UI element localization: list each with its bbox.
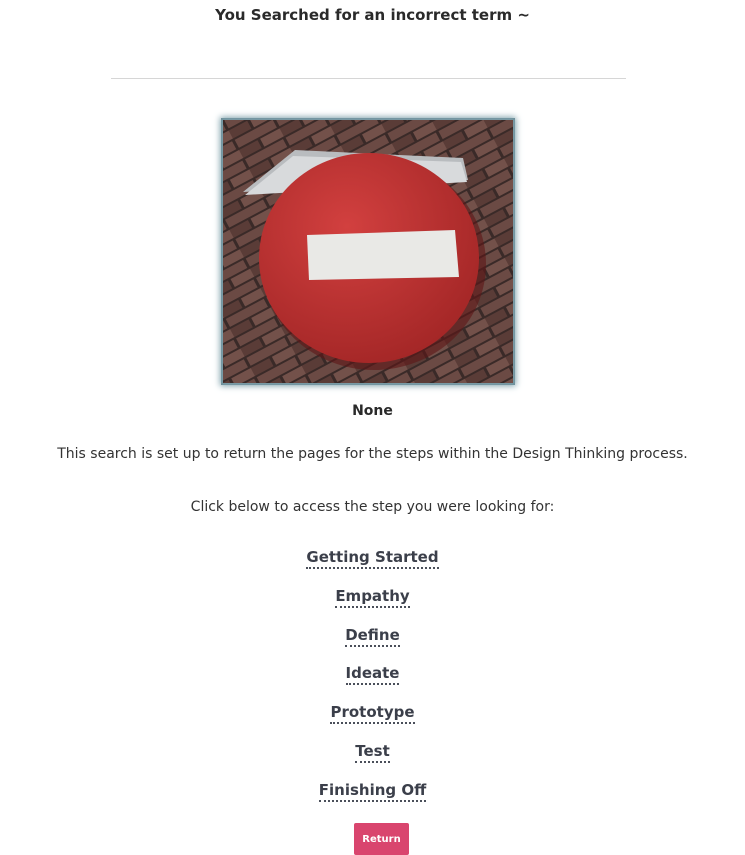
- step-link-finishing-off[interactable]: Finishing Off: [318, 780, 427, 802]
- divider: [111, 78, 626, 79]
- step-item-getting-started: Getting Started: [0, 546, 745, 585]
- step-link-prototype[interactable]: Prototype: [330, 703, 415, 725]
- step-link-test[interactable]: Test: [355, 741, 390, 763]
- step-link-define[interactable]: Define: [345, 625, 400, 647]
- no-entry-sign-icon: [223, 120, 513, 383]
- step-instruction: Click below to access the step you were …: [190, 499, 555, 515]
- step-link-getting-started[interactable]: Getting Started: [306, 548, 439, 569]
- page-title: You Searched for an incorrect term ~: [215, 6, 530, 24]
- step-item-define: Define: [0, 624, 745, 663]
- step-links-list: Getting Started Empathy Define Ideate Pr…: [0, 546, 745, 818]
- search-description: This search is set up to return the page…: [57, 446, 688, 462]
- image-caption: None: [352, 403, 393, 419]
- step-item-empathy: Empathy: [0, 585, 745, 624]
- step-item-ideate: Ideate: [0, 662, 745, 701]
- no-entry-sign-image: [223, 120, 513, 383]
- return-button[interactable]: Return: [354, 823, 409, 855]
- step-item-test: Test: [0, 740, 745, 779]
- step-link-empathy[interactable]: Empathy: [335, 586, 410, 608]
- step-item-finishing-off: Finishing Off: [0, 779, 745, 818]
- step-item-prototype: Prototype: [0, 701, 745, 740]
- step-link-ideate[interactable]: Ideate: [345, 664, 400, 686]
